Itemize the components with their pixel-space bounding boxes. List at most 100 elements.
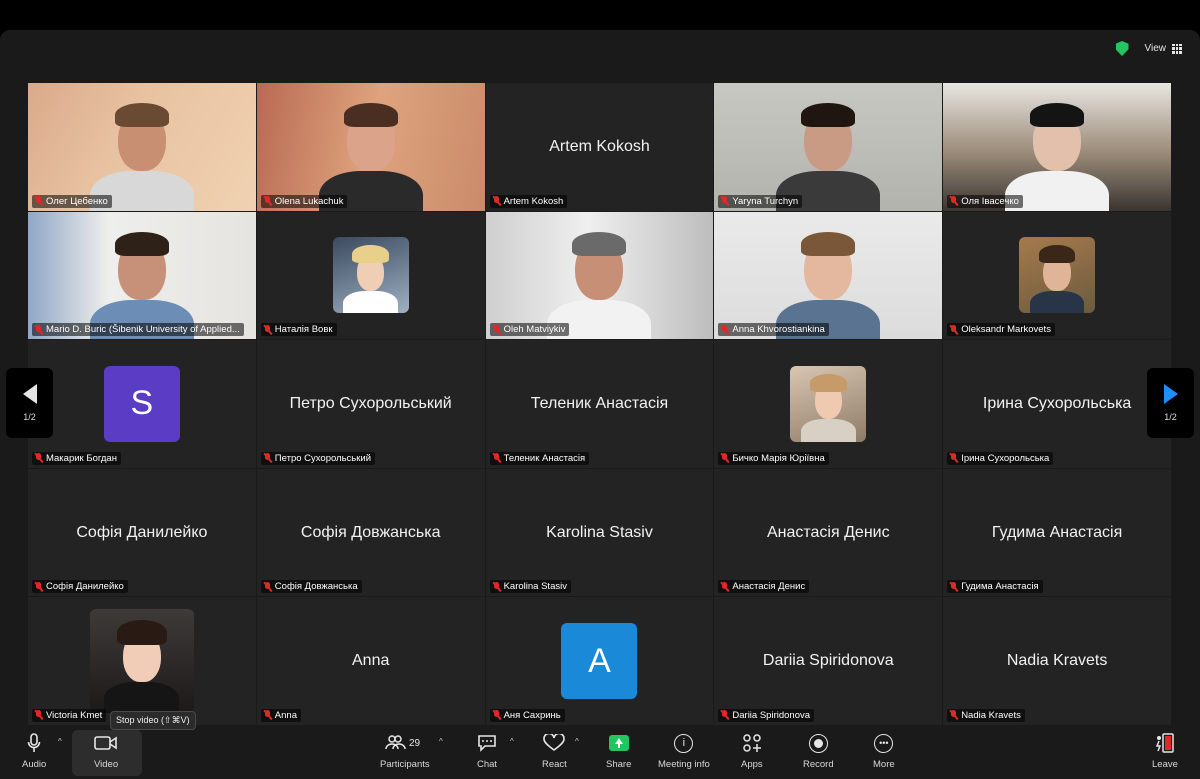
participant-name: Бичко Марія Юріївна — [732, 452, 825, 464]
muted-microphone-icon — [492, 581, 501, 592]
react-button[interactable]: React — [542, 733, 567, 770]
participants-caret-icon[interactable]: ^ — [439, 737, 443, 746]
muted-microphone-icon — [263, 324, 272, 335]
participant-video — [28, 211, 256, 340]
microphone-icon — [27, 733, 41, 753]
participant-name-label: Dariia Spiridonova — [718, 708, 815, 722]
muted-microphone-icon — [949, 710, 958, 720]
video-button[interactable]: Video — [94, 733, 118, 770]
participant-name: Софія Довжанська — [274, 581, 358, 593]
video-label: Video — [94, 759, 119, 770]
participant-name: Теленик Анастасія — [503, 452, 586, 464]
more-button[interactable]: ••• More — [873, 733, 895, 770]
top-bar: View — [1115, 40, 1189, 57]
participant-name-label: Anna — [260, 708, 301, 722]
participant-tile[interactable]: Олег Цебенко — [28, 83, 256, 211]
record-label: Record — [803, 759, 834, 770]
participant-name: Anna — [274, 709, 297, 721]
participant-display-name: Анастасія Денис — [766, 523, 890, 541]
participant-name: Oleh Matviykiv — [503, 324, 566, 336]
participant-tile[interactable]: Anna Khvorostiankina — [714, 211, 943, 340]
participant-profile-photo — [790, 365, 867, 442]
participant-name-label: Oleksandr Markovets — [947, 323, 1055, 337]
participant-display-name: Теленик Анастасія — [530, 394, 669, 412]
participant-tile[interactable]: Nadia Kravets Nadia Kravets — [943, 597, 1171, 725]
previous-page-button[interactable]: 1/2 — [6, 368, 53, 438]
info-icon: i — [674, 733, 694, 753]
muted-microphone-icon — [949, 196, 958, 206]
participant-profile-photo — [89, 609, 194, 714]
muted-microphone-icon — [34, 453, 43, 463]
muted-microphone-icon — [34, 324, 43, 335]
next-page-button[interactable]: 1/2 — [1147, 368, 1194, 438]
participant-name-label: Oleh Matviykiv — [489, 323, 570, 337]
participant-name-label: Аня Сахринь — [489, 708, 565, 722]
muted-microphone-icon — [720, 196, 729, 206]
participant-tile[interactable]: Оля Івасечко — [943, 83, 1171, 211]
participant-tile[interactable]: Mario D. Buric (Šibenik University of Ap… — [28, 211, 256, 340]
participant-display-name: Софія Данилейко — [76, 523, 208, 541]
participant-display-name: Гудима Анастасія — [991, 523, 1123, 541]
view-button[interactable]: View — [1139, 40, 1189, 57]
leave-label: Leave — [1152, 759, 1178, 770]
participant-tile[interactable]: Бичко Марія Юріївна — [714, 340, 943, 468]
participant-display-name: Nadia Kravets — [1006, 652, 1108, 670]
participant-tile[interactable]: Гудима Анастасія Гудима Анастасія — [943, 468, 1171, 597]
participant-name-label: Victoria Kmet — [32, 708, 107, 722]
apps-icon — [742, 733, 762, 753]
muted-microphone-icon — [720, 710, 729, 720]
audio-button[interactable]: Audio — [22, 733, 46, 770]
participant-name: Yaryna Turchyn — [732, 195, 799, 207]
audio-label: Audio — [22, 759, 47, 770]
participant-tile[interactable]: Artem Kokosh Artem Kokosh — [485, 83, 714, 211]
participant-tile[interactable]: Петро Сухорольський Петро Сухорольський — [256, 340, 485, 468]
participant-video — [714, 211, 943, 340]
participant-tile[interactable]: Ірина Сухорольська Ірина Сухорольська — [943, 340, 1171, 468]
share-button[interactable]: Share — [606, 733, 631, 770]
participant-name: Наталія Вовк — [274, 324, 333, 336]
participant-tile[interactable]: Софія Довжанська Софія Довжанська — [256, 468, 485, 597]
participant-name: Oleksandr Markovets — [961, 324, 1051, 336]
muted-microphone-icon — [949, 324, 958, 335]
participant-tile[interactable]: Dariia Spiridonova Dariia Spiridonova — [714, 597, 943, 725]
participant-tile[interactable]: Karolina Stasiv Karolina Stasiv — [485, 468, 714, 597]
participant-tile[interactable]: A Аня Сахринь — [485, 597, 714, 725]
participant-tile[interactable]: S Макарик Богдан — [28, 340, 256, 468]
participant-name: Artem Kokosh — [503, 195, 564, 207]
chat-button[interactable]: Chat — [477, 733, 497, 770]
muted-microphone-icon — [34, 581, 43, 592]
participant-tile[interactable]: Olena Lukachuk — [256, 83, 485, 211]
heart-icon — [543, 733, 566, 753]
participant-tile[interactable]: Yaryna Turchyn — [714, 83, 943, 211]
audio-options-caret-icon[interactable]: ^ — [58, 737, 62, 746]
participant-name-label: Софія Довжанська — [260, 580, 362, 594]
participants-button[interactable]: 29 Participants — [380, 733, 430, 770]
share-label: Share — [606, 759, 632, 770]
participant-tile[interactable]: Теленик Анастасія Теленик Анастасія — [485, 340, 714, 468]
muted-microphone-icon — [720, 453, 729, 463]
participant-tile[interactable]: Анастасія Денис Анастасія Денис — [714, 468, 943, 597]
participant-tile[interactable]: Victoria Kmet — [28, 597, 256, 725]
participant-tile[interactable]: Наталія Вовк — [256, 211, 485, 340]
chat-caret-icon[interactable]: ^ — [510, 737, 514, 746]
share-screen-icon — [608, 735, 629, 751]
participant-display-name: Софія Довжанська — [300, 523, 441, 541]
participant-tile[interactable]: Oleksandr Markovets — [943, 211, 1171, 340]
participant-name-label: Olena Lukachuk — [260, 194, 348, 208]
record-button[interactable]: Record — [803, 733, 834, 770]
muted-microphone-icon — [263, 196, 272, 206]
participant-tile[interactable]: Oleh Matviykiv — [485, 211, 714, 340]
gallery-view: Олег Цебенко Olena Lukachuk Artem Kokosh Ar… — [28, 83, 1171, 725]
react-caret-icon[interactable]: ^ — [575, 737, 579, 746]
leave-button[interactable]: Leave — [1152, 733, 1178, 770]
participant-tile[interactable]: Anna Anna — [256, 597, 485, 725]
participant-tile[interactable]: Софія Данилейко Софія Данилейко — [28, 468, 256, 597]
meeting-info-button[interactable]: i Meeting info — [658, 733, 710, 770]
participant-display-name: Artem Kokosh — [549, 137, 650, 155]
record-icon — [808, 733, 828, 753]
muted-microphone-icon — [263, 453, 272, 463]
more-label: More — [873, 759, 895, 770]
encryption-shield-icon[interactable] — [1115, 41, 1129, 56]
apps-button[interactable]: Apps — [741, 733, 763, 770]
page-indicator-left: 1/2 — [23, 412, 36, 422]
